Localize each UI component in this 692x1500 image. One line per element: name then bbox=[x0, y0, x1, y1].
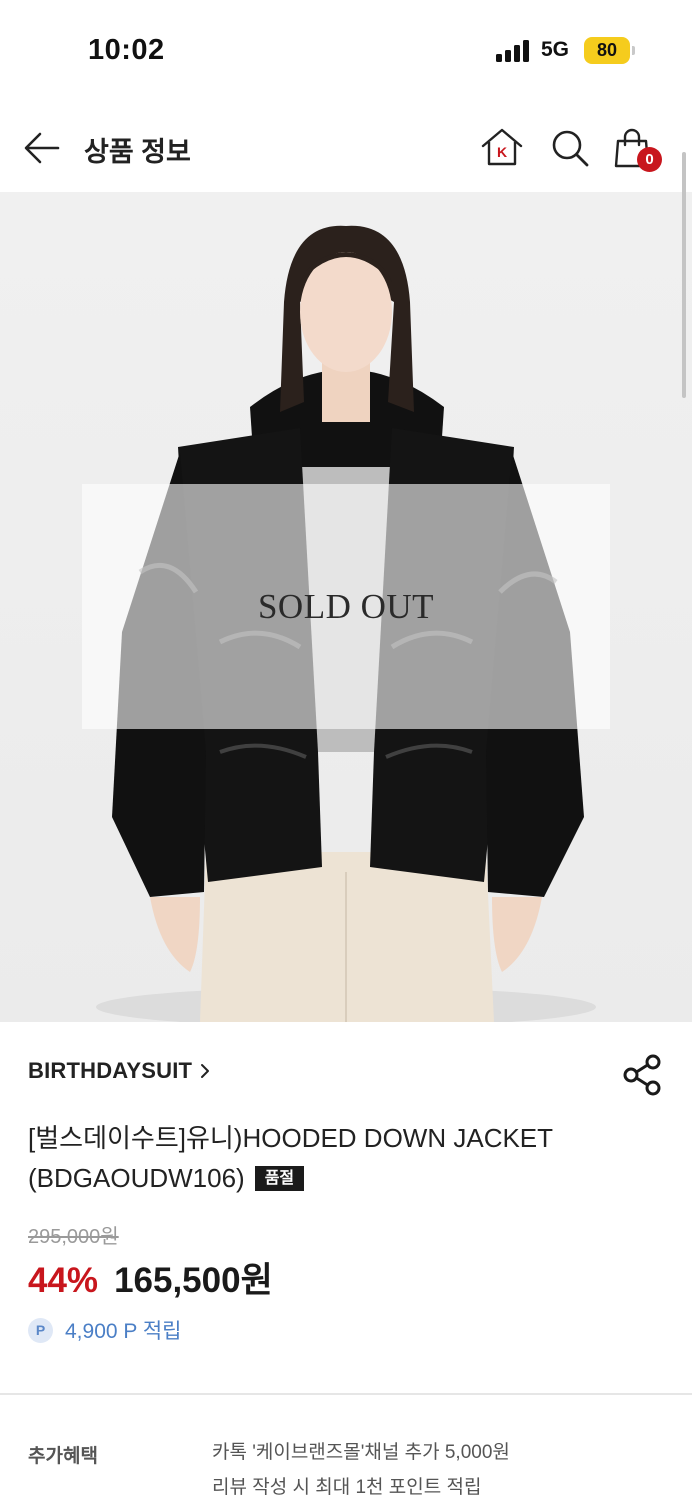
chevron-right-icon bbox=[201, 1064, 210, 1078]
status-badge: 품절 bbox=[254, 1166, 305, 1191]
cart-count-badge: 0 bbox=[637, 147, 662, 172]
share-icon bbox=[623, 1054, 661, 1096]
benefit-item: 리뷰 작성 시 최대 1천 포인트 적립 bbox=[212, 1477, 482, 1498]
home-button[interactable]: K bbox=[480, 126, 524, 170]
share-button[interactable] bbox=[620, 1052, 666, 1098]
battery-cap bbox=[632, 46, 635, 55]
section-divider bbox=[0, 1393, 692, 1395]
back-button[interactable] bbox=[22, 128, 62, 168]
points-row: P 4,900 P 적립 bbox=[28, 1315, 182, 1345]
search-icon bbox=[552, 130, 589, 167]
sale-price: 165,500원 bbox=[114, 1261, 273, 1300]
page-title: 상품 정보 bbox=[84, 137, 191, 167]
top-header: 상품 정보 K bbox=[0, 100, 692, 192]
benefit-item: 카톡 '케이브랜즈몰'채널 추가 5,000원 bbox=[212, 1442, 510, 1463]
benefits-label: 추가혜택 bbox=[28, 1446, 98, 1467]
arrow-left-icon bbox=[24, 132, 60, 164]
points-icon: P bbox=[28, 1317, 53, 1343]
brand-name: BIRTHDAYSUIT bbox=[28, 1058, 193, 1083]
discount-rate: 44% bbox=[28, 1261, 99, 1300]
brand-link[interactable]: BIRTHDAYSUIT bbox=[28, 1058, 210, 1084]
signal-icon bbox=[496, 40, 532, 62]
home-icon-letter: K bbox=[497, 144, 507, 160]
original-price: 295,000원 bbox=[28, 1226, 119, 1248]
scrollbar[interactable] bbox=[682, 152, 686, 398]
search-button[interactable] bbox=[548, 126, 592, 170]
product-title: [벌스데이수트]유니)HOODED DOWN JACKET (BDGAOUDW1… bbox=[28, 1118, 648, 1198]
sold-out-text: SOLD OUT bbox=[257, 586, 435, 626]
product-image[interactable]: SOLD OUT bbox=[0, 192, 692, 1022]
home-icon: K bbox=[481, 128, 523, 166]
sold-out-overlay: SOLD OUT bbox=[82, 484, 610, 729]
price-row: 44% 165,500원 bbox=[28, 1252, 273, 1303]
status-bar: 10:02 5G 80 bbox=[0, 0, 692, 100]
network-label: 5G bbox=[541, 38, 570, 61]
status-time: 10:02 bbox=[88, 34, 165, 66]
battery-icon: 80 bbox=[584, 37, 630, 64]
points-text: 4,900 P 적립 bbox=[65, 1320, 182, 1343]
